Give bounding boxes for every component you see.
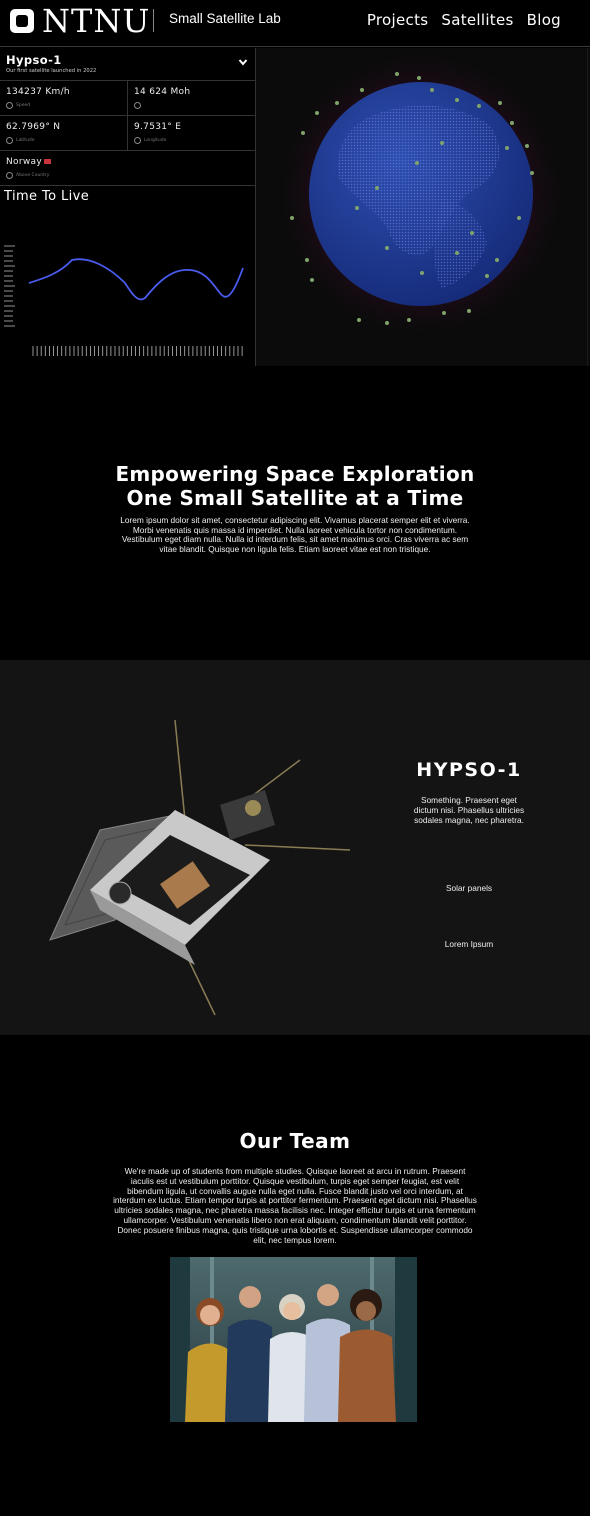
longitude-cell: 9.7531° E Longitude <box>128 116 256 151</box>
ttl-line <box>28 258 244 301</box>
speed-label: Speed <box>16 103 31 108</box>
ttl-title: Time To Live <box>4 189 90 204</box>
satellite-marker[interactable] <box>442 311 446 315</box>
satellite-marker[interactable] <box>455 251 459 255</box>
header-divider <box>153 9 154 32</box>
satellite-marker[interactable] <box>301 131 305 135</box>
longitude-value: 9.7531° E <box>134 122 182 132</box>
satellite-marker[interactable] <box>385 246 389 250</box>
satellite-name: Hypso-1 <box>6 53 62 67</box>
ttl-y-ticks <box>4 245 15 327</box>
site-header: NTNU Small Satellite Lab Projects Satell… <box>0 0 590 47</box>
globe-view[interactable] <box>257 44 590 366</box>
country-label: Above Country <box>16 173 50 178</box>
feature-lorem-ipsum[interactable]: Lorem Ipsum <box>400 939 538 949</box>
satellite-marker[interactable] <box>305 258 309 262</box>
latitude-cell: 62.7969° N Latitude <box>0 116 127 151</box>
satellite-marker[interactable] <box>385 321 389 325</box>
satellite-subtitle: Our first satellite launched in 2022 <box>6 68 97 74</box>
satellite-marker[interactable] <box>315 111 319 115</box>
cell-divider <box>127 81 128 151</box>
ntnu-logo-icon[interactable] <box>10 9 34 33</box>
scrollbar[interactable] <box>587 48 588 366</box>
altitude-icon <box>134 102 141 109</box>
hypso-section: HYPSO-1 Something. Praesent eget dictum … <box>0 660 590 1035</box>
hero-title-line1: Empowering Space Exploration <box>115 462 475 486</box>
satellite-marker[interactable] <box>407 318 411 322</box>
satellite-selector[interactable]: Hypso-1 Our first satellite launched in … <box>0 48 256 81</box>
latitude-value: 62.7969° N <box>6 122 61 132</box>
satellite-marker[interactable] <box>517 216 521 220</box>
norway-flag-icon <box>43 159 51 164</box>
satellite-marker[interactable] <box>495 258 499 262</box>
satellite-marker[interactable] <box>530 171 534 175</box>
satellite-marker[interactable] <box>470 231 474 235</box>
hero-body: Lorem ipsum dolor sit amet, consectetur … <box>120 515 470 555</box>
lab-name: Small Satellite Lab <box>169 11 281 26</box>
longitude-icon <box>134 137 141 144</box>
altitude-cell: 14 624 Moh <box>128 81 256 116</box>
latitude-label: Latitude <box>16 138 35 143</box>
main-nav: Projects Satellites Blog <box>367 11 561 29</box>
satellite-marker[interactable] <box>510 121 514 125</box>
satellite-marker[interactable] <box>335 101 339 105</box>
satellite-marker[interactable] <box>417 76 421 80</box>
satellite-marker[interactable] <box>440 141 444 145</box>
satellite-marker[interactable] <box>477 104 481 108</box>
satellite-marker[interactable] <box>430 88 434 92</box>
ttl-chart <box>4 245 244 356</box>
satellite-marker[interactable] <box>467 309 471 313</box>
country-icon <box>6 172 13 179</box>
satellite-marker[interactable] <box>455 98 459 102</box>
satellite-marker[interactable] <box>395 72 399 76</box>
chevron-down-icon[interactable] <box>238 57 248 67</box>
logo-text[interactable]: NTNU <box>42 2 150 40</box>
satellite-marker[interactable] <box>525 144 529 148</box>
team-body: We're made up of students from multiple … <box>113 1166 477 1245</box>
satellite-marker[interactable] <box>415 161 419 165</box>
speed-value: 134237 Km/h <box>6 87 70 97</box>
satellite-marker[interactable] <box>290 216 294 220</box>
country-cell: Norway Above Country <box>0 151 256 186</box>
latitude-icon <box>6 137 13 144</box>
speed-cell: 134237 Km/h Speed <box>0 81 127 116</box>
satellite-dashboard: Hypso-1 Our first satellite launched in … <box>0 44 590 366</box>
country-value: Norway <box>6 157 42 167</box>
ttl-x-ticks <box>32 346 243 356</box>
team-photo <box>170 1257 417 1422</box>
speed-icon <box>6 102 13 109</box>
telemetry-panel: Hypso-1 Our first satellite launched in … <box>0 48 256 366</box>
satellite-marker[interactable] <box>357 318 361 322</box>
hypso-title: HYPSO-1 <box>416 759 522 781</box>
nav-satellites[interactable]: Satellites <box>441 11 513 29</box>
satellite-marker[interactable] <box>420 271 424 275</box>
team-title: Our Team <box>239 1129 351 1153</box>
team-section: Our Team We're made up of students from … <box>0 1035 590 1516</box>
longitude-label: Longitude <box>144 138 167 143</box>
satellite-marker[interactable] <box>498 101 502 105</box>
altitude-value: 14 624 Moh <box>134 87 191 97</box>
hypso-description: Something. Praesent eget dictum nisi. Ph… <box>413 795 525 825</box>
satellite-marker[interactable] <box>310 278 314 282</box>
hero-title-line2: One Small Satellite at a Time <box>126 486 464 510</box>
satellite-model-image[interactable] <box>20 710 360 1020</box>
satellite-marker[interactable] <box>485 274 489 278</box>
nav-projects[interactable]: Projects <box>367 11 429 29</box>
satellite-marker[interactable] <box>505 146 509 150</box>
satellite-marker[interactable] <box>355 206 359 210</box>
earth-globe[interactable] <box>257 44 590 366</box>
feature-solar-panels[interactable]: Solar panels <box>400 883 538 893</box>
satellite-marker[interactable] <box>375 186 379 190</box>
hero-section: Empowering Space Exploration One Small S… <box>0 366 590 660</box>
nav-blog[interactable]: Blog <box>527 11 561 29</box>
satellite-marker[interactable] <box>360 88 364 92</box>
hero-title: Empowering Space Exploration One Small S… <box>0 462 590 510</box>
